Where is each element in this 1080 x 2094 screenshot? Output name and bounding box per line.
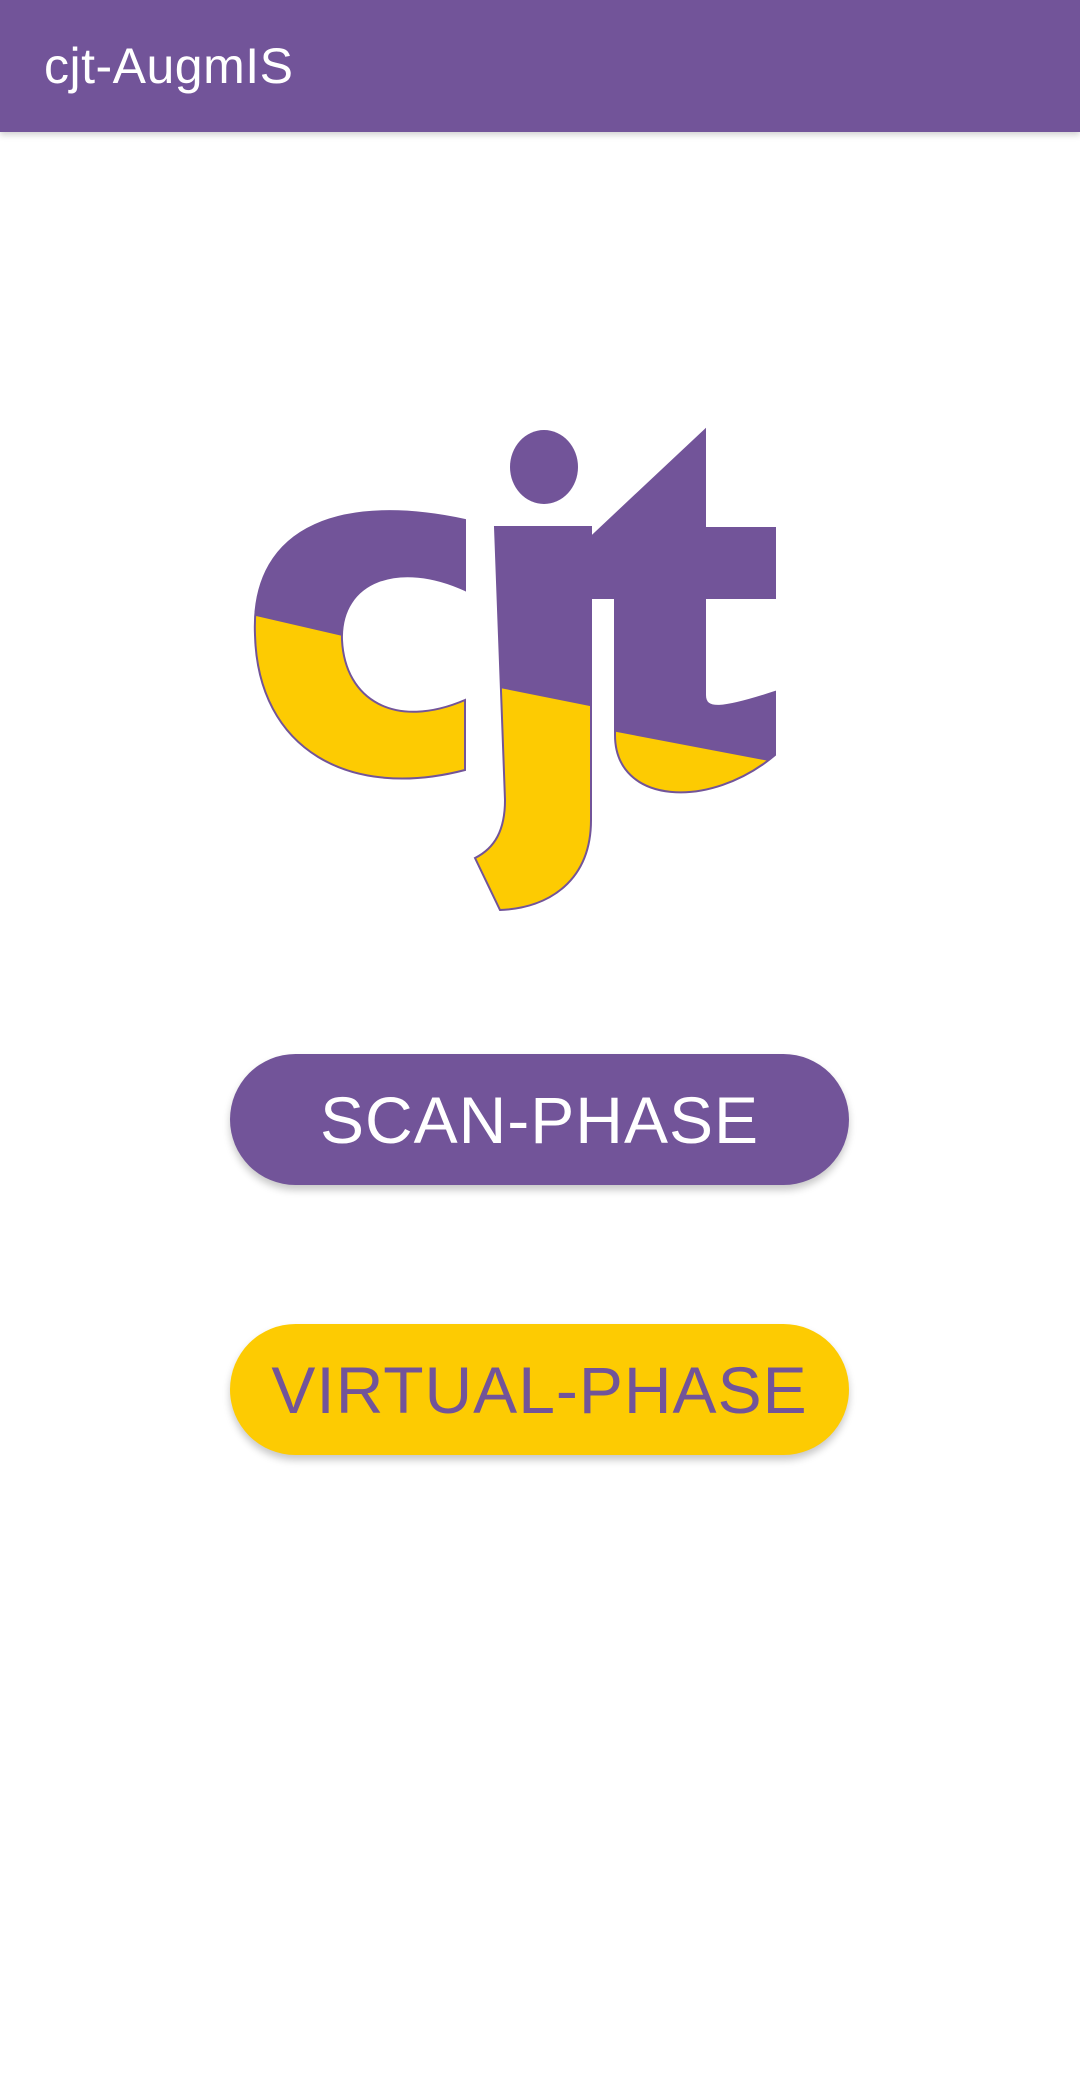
logo-j-dot (510, 430, 578, 504)
cjt-logo (253, 427, 776, 912)
logo-letter-c (253, 510, 466, 780)
logo-letter-t (589, 427, 776, 794)
logo-letter-j (473, 526, 592, 912)
app-title: cjt-AugmIS (44, 38, 294, 94)
app-bar: cjt-AugmIS (0, 0, 1080, 132)
virtual-phase-button[interactable]: VIRTUAL-PHASE (230, 1324, 849, 1455)
scan-phase-button[interactable]: SCAN-PHASE (230, 1054, 849, 1185)
